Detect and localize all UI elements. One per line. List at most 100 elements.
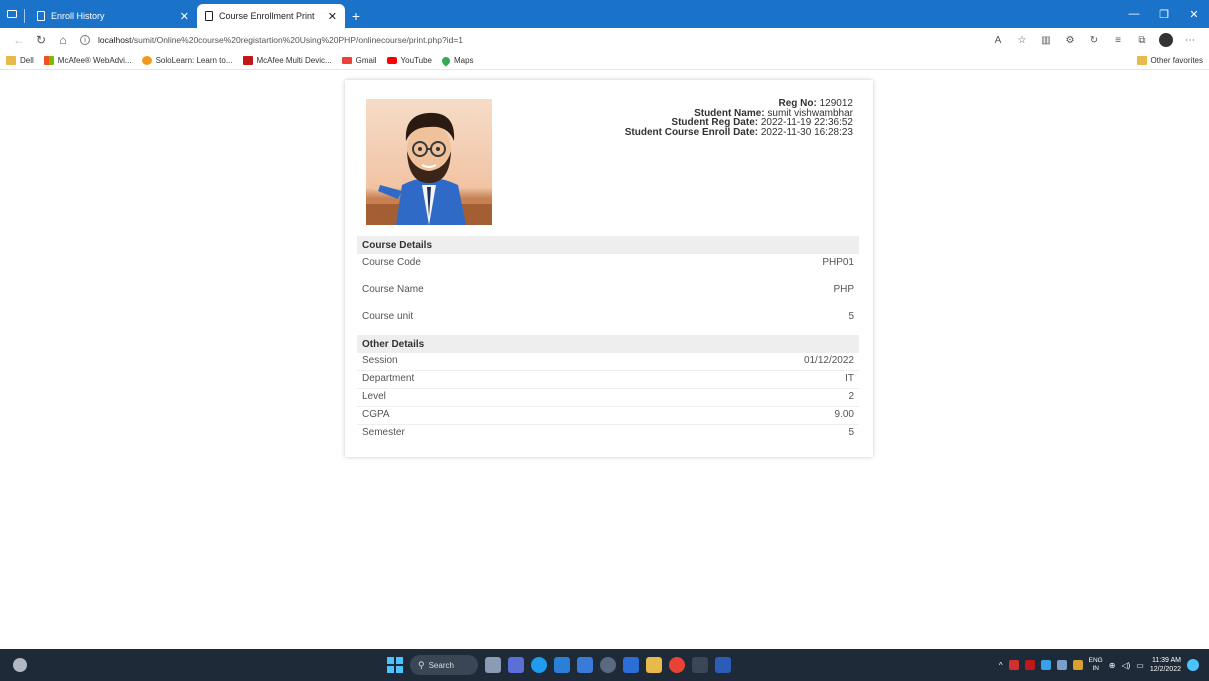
cloud-icon[interactable] bbox=[1056, 660, 1067, 670]
favorite-mcafee-multi-device[interactable]: McAfee Multi Devic... bbox=[242, 56, 332, 65]
battery-icon[interactable]: ▭ bbox=[1136, 661, 1144, 670]
chevron-up-icon[interactable]: ^ bbox=[999, 661, 1003, 670]
notepad-icon[interactable] bbox=[623, 657, 639, 673]
windows-logo-icon bbox=[387, 666, 394, 673]
edge-icon[interactable] bbox=[531, 657, 547, 673]
home-button[interactable]: ⌂ bbox=[52, 30, 74, 50]
tab-separator bbox=[24, 9, 25, 23]
mcafee-tray-icon[interactable] bbox=[1024, 660, 1035, 670]
tray-tool-icon[interactable] bbox=[1072, 660, 1083, 670]
mail-icon[interactable] bbox=[554, 657, 570, 673]
student-header: Reg No: 129012 Student Name: sumit vishw… bbox=[357, 99, 859, 236]
profile-button[interactable] bbox=[1155, 30, 1177, 50]
page-icon bbox=[205, 11, 213, 21]
system-tray: ^ ENG IN ⊕ ◁) ▭ 11:39 AM 12/2/2022 bbox=[999, 649, 1199, 681]
other-details-list: Session 01/12/2022 Department IT Level 2 CG… bbox=[357, 353, 859, 443]
task-view-icon[interactable] bbox=[485, 657, 501, 673]
detail-row: Session 01/12/2022 bbox=[357, 353, 859, 371]
folder-icon bbox=[1136, 56, 1147, 65]
terminal-icon[interactable] bbox=[692, 657, 708, 673]
globe-icon[interactable]: ⊕ bbox=[1109, 661, 1116, 670]
extension-button[interactable]: ⚙ bbox=[1059, 30, 1081, 50]
taskbar-clock[interactable]: 11:39 AM 12/2/2022 bbox=[1150, 656, 1181, 674]
detail-value: PHP01 bbox=[822, 257, 854, 268]
refresh-button[interactable]: ↻ bbox=[30, 30, 52, 50]
info-icon[interactable]: i bbox=[80, 35, 90, 45]
dell-icon[interactable] bbox=[600, 657, 616, 673]
detail-label: Course Name bbox=[362, 284, 424, 295]
close-icon[interactable]: ✕ bbox=[180, 10, 189, 23]
read-aloud-icon: A bbox=[994, 34, 1002, 46]
favorite-youtube[interactable]: YouTube bbox=[386, 56, 432, 65]
favorites-button[interactable]: ≡ bbox=[1107, 30, 1129, 50]
folder-icon bbox=[6, 56, 16, 65]
map-pin-icon bbox=[440, 54, 452, 67]
home-icon: ⌂ bbox=[59, 33, 67, 47]
windows-logo-icon bbox=[387, 657, 394, 664]
read-aloud-button[interactable]: A bbox=[987, 30, 1009, 50]
mcafee-icon bbox=[43, 56, 54, 65]
detail-row: Course Code PHP01 bbox=[357, 254, 859, 281]
favorite-label: YouTube bbox=[400, 56, 432, 65]
tab-enroll-history[interactable]: Enroll History ✕ bbox=[29, 4, 197, 28]
refresh-icon: ↻ bbox=[35, 33, 47, 47]
split-screen-button[interactable]: ▥ bbox=[1035, 30, 1057, 50]
minimize-button[interactable]: — bbox=[1119, 8, 1149, 20]
favorite-maps[interactable]: Maps bbox=[440, 54, 474, 67]
tab-course-enrollment-print[interactable]: Course Enrollment Print ✕ bbox=[197, 4, 345, 28]
avatar bbox=[1159, 33, 1173, 47]
favorite-dell[interactable]: Dell bbox=[6, 56, 34, 65]
favorite-mcafee-webadvisor[interactable]: McAfee® WebAdvi... bbox=[43, 56, 132, 65]
weather-icon bbox=[13, 658, 27, 672]
taskbar-search[interactable]: ⚲ Search bbox=[410, 655, 478, 675]
detail-value: PHP bbox=[833, 284, 854, 295]
extension-icon: ⚙ bbox=[1065, 34, 1075, 46]
new-tab-button[interactable]: + bbox=[345, 4, 367, 28]
circle-arrow-icon: ↻ bbox=[1089, 34, 1099, 46]
other-details-header: Other Details bbox=[357, 335, 859, 353]
tray-app-icon[interactable] bbox=[1008, 660, 1019, 670]
word-icon[interactable] bbox=[715, 657, 731, 673]
close-icon: ✕ bbox=[1189, 8, 1199, 21]
tab-actions-icon bbox=[7, 10, 17, 18]
other-favorites[interactable]: Other favorites bbox=[1136, 56, 1203, 65]
close-icon[interactable]: ✕ bbox=[328, 10, 337, 23]
collections-button[interactable]: ⧉ bbox=[1131, 30, 1153, 50]
favorite-label: Dell bbox=[20, 56, 34, 65]
clock-date: 12/2/2022 bbox=[1149, 666, 1181, 673]
region-code: IN bbox=[1092, 665, 1099, 672]
gmail-icon bbox=[341, 57, 352, 64]
back-button[interactable]: ← bbox=[8, 30, 30, 50]
restore-icon: ❐ bbox=[1159, 8, 1169, 21]
network-app-icon[interactable] bbox=[1040, 660, 1051, 670]
split-screen-icon: ▥ bbox=[1041, 34, 1051, 46]
store-icon[interactable] bbox=[577, 657, 593, 673]
detail-value: IT bbox=[845, 373, 854, 384]
more-button[interactable]: ⋯ bbox=[1179, 30, 1201, 50]
chrome-icon[interactable] bbox=[669, 657, 685, 673]
student-photo bbox=[366, 99, 492, 225]
enroll-date-line: Student Course Enroll Date: 2022-11-30 1… bbox=[625, 127, 853, 137]
volume-icon[interactable]: ◁) bbox=[1121, 661, 1130, 670]
refresh-extension-button[interactable]: ↻ bbox=[1083, 30, 1105, 50]
detail-label: Level bbox=[362, 391, 386, 402]
weather-widget[interactable] bbox=[0, 658, 40, 672]
detail-label: Department bbox=[362, 373, 415, 384]
start-button[interactable] bbox=[387, 657, 403, 673]
file-explorer-icon[interactable] bbox=[646, 657, 662, 673]
language-indicator[interactable]: ENG IN bbox=[1089, 657, 1103, 673]
favorite-button[interactable]: ☆ bbox=[1011, 30, 1033, 50]
notification-icon[interactable] bbox=[1187, 659, 1199, 671]
favorite-gmail[interactable]: Gmail bbox=[341, 56, 377, 65]
youtube-icon bbox=[386, 57, 397, 64]
tab-actions-button[interactable] bbox=[0, 0, 24, 28]
close-window-button[interactable]: ✕ bbox=[1179, 8, 1209, 21]
restore-button[interactable]: ❐ bbox=[1149, 8, 1179, 21]
windows-taskbar: ⚲ Search ^ ENG IN ⊕ ◁) ▭ 11:39 AM 12/2/2022 bbox=[0, 649, 1209, 681]
student-avatar-illustration bbox=[366, 112, 492, 225]
clock-time: 11:39 AM bbox=[1151, 657, 1181, 664]
url-field[interactable]: i localhost/sumit/Online%20course%20regi… bbox=[80, 31, 987, 49]
ellipsis-icon: ⋯ bbox=[1185, 34, 1195, 46]
teams-icon[interactable] bbox=[508, 657, 524, 673]
favorite-sololearn[interactable]: SoloLearn: Learn to... bbox=[141, 56, 233, 65]
